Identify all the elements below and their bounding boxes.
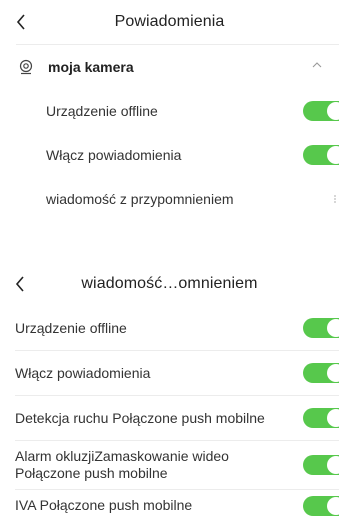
setting-label: IVA Połączone push mobilne (15, 496, 193, 513)
more-icon (334, 195, 336, 203)
camera-group-header[interactable]: moja kamera (0, 45, 339, 89)
setting-row-device-offline: Urządzenie offline (0, 306, 339, 350)
setting-label: Urządzenie offline (15, 319, 127, 336)
enable-notifications-toggle[interactable] (303, 145, 339, 165)
page-title: wiadomość…omnieniem (81, 275, 258, 292)
chevron-up-icon[interactable] (311, 59, 323, 71)
bottom-header: wiadomość…omnieniem (0, 262, 339, 306)
setting-row-iva: IVA Połączone push mobilne (0, 490, 339, 520)
top-header: Powiadomienia (0, 0, 339, 44)
device-offline-toggle[interactable] (303, 101, 339, 121)
toggle-knob (327, 319, 339, 337)
camera-name: moja kamera (48, 59, 134, 75)
setting-row-enable-notifications: Włącz powiadomienia (0, 133, 339, 177)
setting-row-reminder-message[interactable]: wiadomość z przypomnieniem (0, 177, 339, 221)
setting-row-occlusion-alarm: Alarm okluzjiZamaskowanie wideo Połączon… (0, 441, 339, 489)
enable-notifications-toggle[interactable] (303, 363, 339, 383)
setting-row-motion-detection: Detekcja ruchu Połączone push mobilne (0, 396, 339, 440)
setting-label: Alarm okluzjiZamaskowanie wideo Połączon… (15, 448, 229, 481)
toggle-knob (327, 364, 339, 382)
setting-label: Urządzenie offline (46, 103, 158, 119)
reminder-message-screen: wiadomość…omnieniem Urządzenie offline W… (0, 262, 339, 517)
back-button[interactable] (16, 0, 40, 44)
chevron-left-icon (15, 276, 24, 292)
occlusion-alarm-toggle[interactable] (303, 455, 339, 475)
setting-label: Detekcja ruchu Połączone push mobilne (15, 409, 265, 426)
camera-icon (18, 59, 34, 75)
toggle-knob (327, 456, 339, 474)
toggle-knob (327, 497, 339, 515)
toggle-knob (327, 102, 339, 120)
back-button[interactable] (15, 262, 39, 306)
page-title: Powiadomienia (114, 13, 225, 30)
iva-toggle[interactable] (303, 496, 339, 516)
device-offline-toggle[interactable] (303, 318, 339, 338)
chevron-left-icon (16, 14, 25, 30)
notifications-screen: Powiadomienia moja kamera Urządzenie off… (0, 0, 339, 240)
setting-label: Włącz powiadomienia (15, 364, 151, 381)
motion-detection-toggle[interactable] (303, 408, 339, 428)
toggle-knob (327, 146, 339, 164)
setting-label: Włącz powiadomienia (46, 147, 182, 163)
setting-label: wiadomość z przypomnieniem (46, 191, 234, 207)
setting-row-device-offline: Urządzenie offline (0, 89, 339, 133)
setting-row-enable-notifications: Włącz powiadomienia (0, 351, 339, 395)
toggle-knob (327, 409, 339, 427)
